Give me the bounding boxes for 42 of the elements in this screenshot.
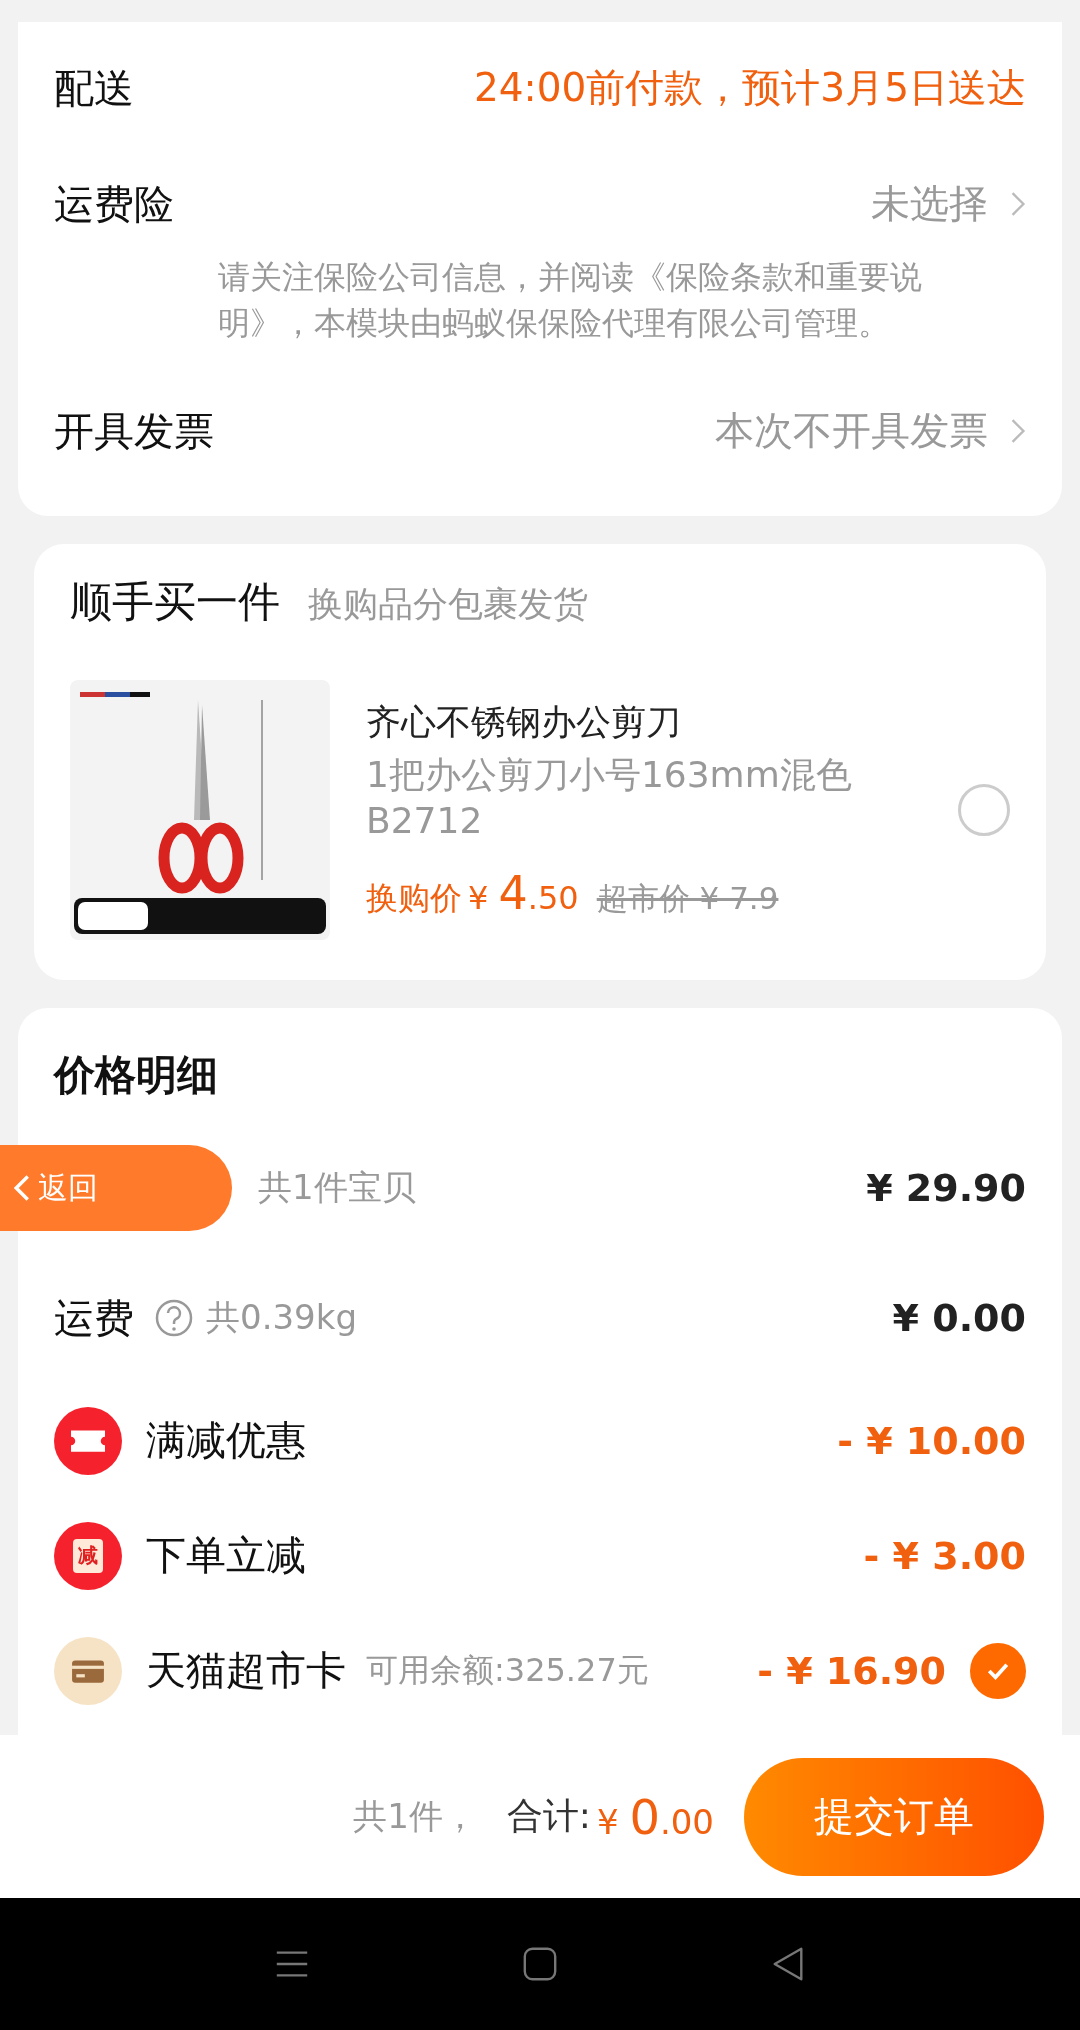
home-icon[interactable] <box>521 1945 559 1983</box>
delivery-time: 24:00前付款，预计3月5日送达 <box>473 64 1026 112</box>
row-value: 未选择 <box>871 180 988 228</box>
discount-badge-icon: 减 <box>54 1521 122 1590</box>
section-title: 价格明细 <box>54 1050 219 1101</box>
row-label: 配送 <box>54 63 134 113</box>
amount: - ¥ 16.90 <box>757 1648 946 1693</box>
row-value: 本次不开具发票 <box>715 407 988 455</box>
market-price: 超市价 ¥ 7.9 <box>596 879 779 918</box>
row-label: 开具发票 <box>54 406 214 456</box>
chevron-right-icon <box>1010 418 1026 444</box>
row-note: 共1件宝贝 <box>258 1166 416 1209</box>
amount: ¥ 0.00 <box>892 1296 1026 1340</box>
invoice-row[interactable]: 开具发票 本次不开具发票 <box>54 356 1026 506</box>
product-name: 齐心不锈钢办公剪刀 <box>366 701 682 744</box>
chevron-right-icon <box>1010 191 1026 217</box>
section-title: 顺手买一件 <box>70 576 280 628</box>
product-spec: 1把办公剪刀小号163mm混色B2712 <box>366 753 853 843</box>
row-label: 满减优惠 <box>146 1416 306 1465</box>
insurance-row[interactable]: 运费险 未选择 <box>54 154 1026 254</box>
checkbox[interactable] <box>970 1642 1026 1699</box>
section-subtitle: 换购品分包裹发货 <box>308 583 588 626</box>
addon-price: ¥ 4.50 <box>468 866 579 920</box>
select-radio[interactable] <box>958 784 1010 836</box>
row-label: 运费 <box>54 1293 134 1343</box>
total-price: ¥ 0.00 <box>596 1788 714 1845</box>
card-icon <box>54 1636 122 1705</box>
amount: ¥ 29.90 <box>866 1166 1026 1210</box>
help-icon[interactable] <box>154 1298 194 1338</box>
row-note: 共0.39kg <box>206 1296 357 1339</box>
chevron-left-icon <box>14 1174 30 1202</box>
row-note: 可用余额:325.27元 <box>366 1649 649 1691</box>
total-label: 合计: <box>506 1794 591 1838</box>
price-label: 换购价 <box>366 878 462 919</box>
row-label: 天猫超市卡 <box>146 1646 346 1695</box>
item-count: 共1件， <box>353 1794 477 1838</box>
insurance-note: 请关注保险公司信息，并阅读《保险条款和重要说明》，本模块由蚂蚁保保险代理有限公司管理。 <box>217 257 923 344</box>
row-label: 运费险 <box>54 179 174 229</box>
amount: - ¥ 3.00 <box>863 1533 1026 1578</box>
ticket-icon <box>54 1406 122 1475</box>
row-label: 下单立减 <box>146 1531 306 1580</box>
amount: - ¥ 10.00 <box>837 1418 1026 1463</box>
